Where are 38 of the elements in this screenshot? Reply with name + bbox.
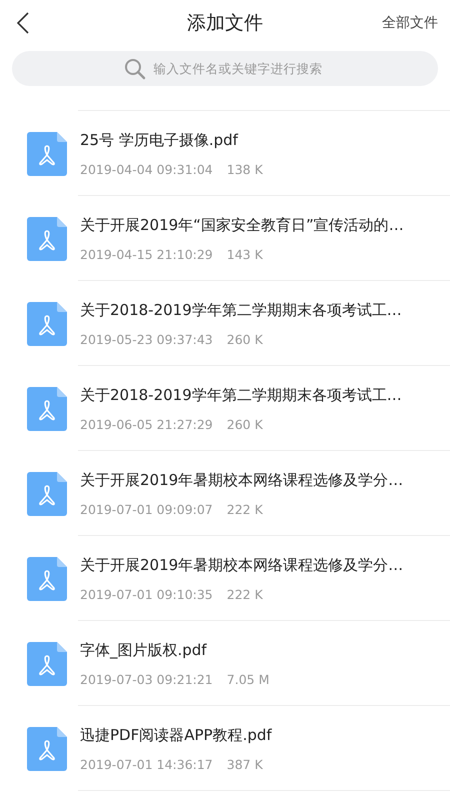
file-date: 2019-07-03 09:21:21 [80,672,213,686]
file-date: 2019-06-05 21:27:29 [80,416,213,432]
all-files-button[interactable]: 全部文件 [382,14,438,32]
file-size: 222 K [226,502,263,516]
pdf-file-icon [27,556,67,600]
pdf-file-icon [27,386,67,430]
file-size: 138 K [226,162,263,176]
search-field[interactable]: 输入文件名或关键字进行搜索 [12,51,438,86]
file-size: 260 K [226,332,263,346]
file-name: 迅捷PDF阅读器APP教程.pdf [80,726,272,744]
pdf-file-icon [27,132,67,176]
back-button[interactable] [16,12,30,34]
page-title: 添加文件 [187,11,263,36]
pdf-file-icon [27,726,67,770]
file-size: 7.05 M [226,672,270,686]
file-size: 387 K [226,756,263,772]
file-name: 关于2018-2019学年第二学期期末各项考试工… [80,300,402,320]
file-date: 2019-04-15 21:10:29 [80,246,213,262]
file-name: 字体_图片版权.pdf [80,640,208,660]
file-name: 关于2018-2019学年第二学期期末各项考试工… [80,386,402,404]
pdf-file-icon [27,472,67,516]
file-name: 关于开展2019年暑期校本网络课程选修及学分… [80,470,404,490]
file-date: 2019-07-01 14:36:17 [80,756,213,772]
file-date: 2019-05-23 09:37:43 [80,332,213,346]
file-size: 260 K [226,416,263,432]
file-date: 2019-07-01 09:09:07 [80,502,213,516]
pdf-file-icon [27,216,67,260]
file-name: 关于开展2019年暑期校本网络课程选修及学分… [80,556,404,574]
back-icon [16,12,30,34]
search-icon [124,58,146,80]
file-name: 关于开展2019年“国家安全教育日”宣传活动的… [80,216,404,234]
file-size: 222 K [226,586,263,602]
file-name: 25号 学历电子摄像.pdf [80,130,240,150]
pdf-file-icon [27,642,67,686]
pdf-file-icon [27,302,67,346]
file-date: 2019-07-01 09:10:35 [80,586,213,602]
file-date: 2019-04-04 09:31:04 [80,162,213,176]
file-size: 143 K [226,246,263,262]
